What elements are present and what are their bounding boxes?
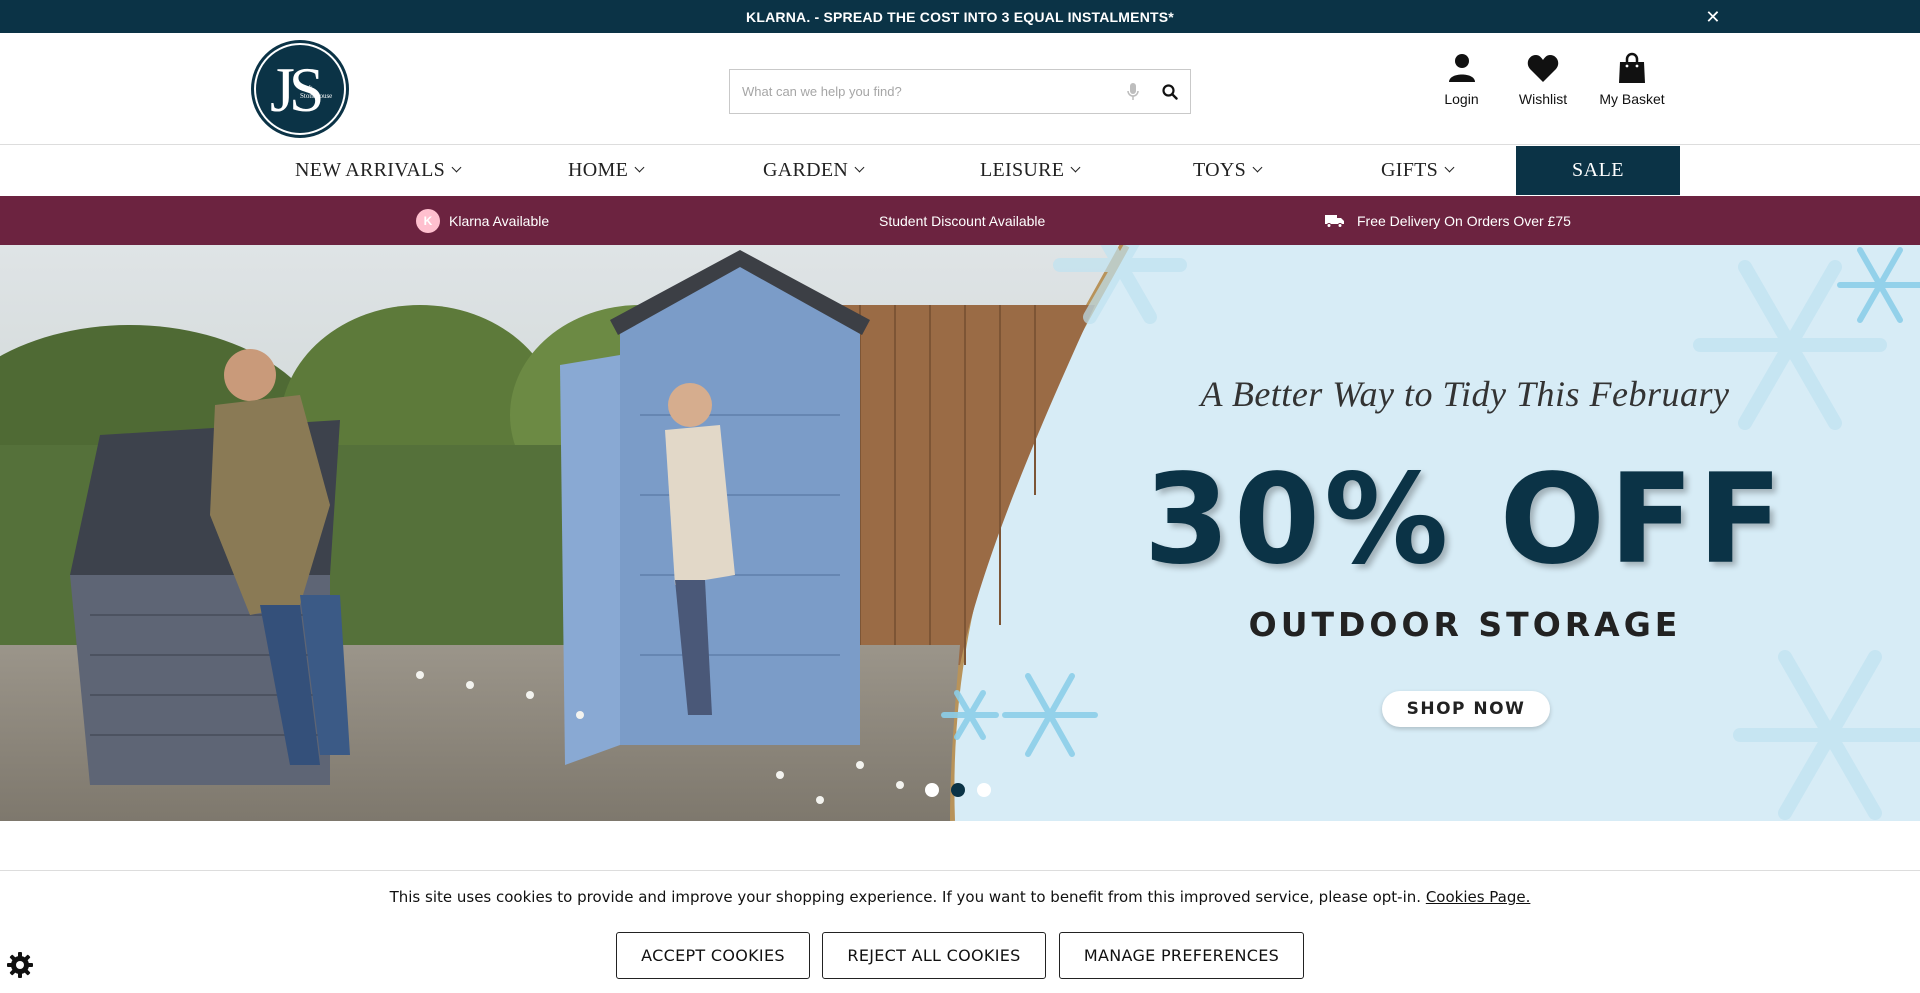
shopping-bag-icon: [1618, 51, 1646, 85]
nav-item-home[interactable]: HOME: [568, 146, 645, 195]
nav-item-gifts[interactable]: GIFTS: [1381, 146, 1455, 195]
nav-label: GIFTS: [1381, 159, 1439, 181]
usp-klarna[interactable]: K Klarna Available: [416, 196, 549, 245]
usp-delivery-label: Free Delivery On Orders Over £75: [1357, 212, 1571, 229]
nav-label: NEW ARRIVALS: [295, 159, 446, 181]
nav-label: LEISURE: [980, 159, 1065, 181]
usp-student[interactable]: Student Discount Available: [879, 196, 1045, 245]
chevron-down-icon: [634, 162, 645, 173]
hero-copy: A Better Way to Tidy This February 30% O…: [1030, 245, 1900, 821]
nav-label: GARDEN: [763, 159, 849, 181]
manage-preferences-button[interactable]: MANAGE PREFERENCES: [1059, 932, 1304, 979]
gear-icon[interactable]: [6, 951, 34, 979]
logo-wordmark: Jack Stonehouse: [300, 84, 333, 100]
account-links: Login Wishlist My Basket: [1418, 51, 1683, 107]
basket-link[interactable]: My Basket: [1581, 51, 1683, 107]
login-link[interactable]: Login: [1418, 51, 1505, 107]
chevron-down-icon: [854, 162, 865, 173]
nav-item-leisure[interactable]: LEISURE: [980, 146, 1081, 195]
nav-label: HOME: [568, 159, 629, 181]
chevron-down-icon: [1252, 162, 1263, 173]
cookies-page-link[interactable]: Cookies Page.: [1426, 888, 1531, 906]
close-icon[interactable]: ✕: [1702, 6, 1724, 28]
basket-label: My Basket: [1599, 91, 1665, 107]
site-header: JS Jack Stonehouse Login Wishlist: [0, 33, 1920, 145]
klarna-icon: K: [416, 208, 440, 233]
search-bar: [729, 69, 1191, 114]
heart-icon: [1527, 51, 1559, 85]
accept-cookies-button[interactable]: ACCEPT COOKIES: [616, 932, 810, 979]
wishlist-link[interactable]: Wishlist: [1505, 51, 1581, 107]
nav-item-garden[interactable]: GARDEN: [763, 146, 865, 195]
usp-student-label: Student Discount Available: [879, 212, 1046, 229]
microphone-icon[interactable]: [1116, 70, 1150, 113]
carousel-dot[interactable]: [925, 783, 939, 797]
main-nav: NEW ARRIVALS HOME GARDEN LEISURE TOYS GI…: [0, 146, 1920, 195]
announcement-text: KLARNA. - SPREAD THE COST INTO 3 EQUAL I…: [746, 8, 1174, 25]
cookie-banner: This site uses cookies to provide and im…: [0, 870, 1920, 993]
chevron-down-icon: [1444, 162, 1455, 173]
announcement-bar: KLARNA. - SPREAD THE COST INTO 3 EQUAL I…: [0, 0, 1920, 33]
carousel-dots: [925, 783, 991, 797]
nav-label: TOYS: [1193, 159, 1247, 181]
site-logo[interactable]: JS Jack Stonehouse: [251, 40, 349, 138]
hero-headline: 30% OFF: [1143, 448, 1787, 592]
search-input[interactable]: [730, 70, 1116, 113]
usp-bar: K Klarna Available Student Discount Avai…: [0, 196, 1920, 245]
usp-klarna-label: Klarna Available: [449, 212, 550, 229]
chevron-down-icon: [1070, 162, 1081, 173]
reject-cookies-button[interactable]: REJECT ALL COOKIES: [822, 932, 1046, 979]
user-icon: [1448, 51, 1476, 85]
logo-ring: JS Jack Stonehouse: [254, 43, 346, 135]
carousel-dot-active[interactable]: [951, 783, 965, 797]
wishlist-label: Wishlist: [1518, 91, 1568, 107]
truck-icon: [1325, 214, 1345, 228]
shop-now-button[interactable]: SHOP NOW: [1382, 691, 1550, 727]
hero-banner[interactable]: A Better Way to Tidy This February 30% O…: [0, 245, 1920, 821]
nav-item-sale[interactable]: SALE: [1516, 146, 1680, 195]
search-icon[interactable]: [1150, 70, 1190, 113]
chevron-down-icon: [451, 162, 462, 173]
usp-delivery[interactable]: Free Delivery On Orders Over £75: [1325, 196, 1571, 245]
hero-subheadline: OUTDOOR STORAGE: [1248, 605, 1682, 644]
cookie-message: This site uses cookies to provide and im…: [0, 888, 1920, 906]
login-label: Login: [1444, 91, 1479, 107]
nav-item-new-arrivals[interactable]: NEW ARRIVALS: [295, 146, 462, 195]
hero-tagline: A Better Way to Tidy This February: [1200, 374, 1730, 414]
cookie-text: This site uses cookies to provide and im…: [389, 888, 1422, 906]
nav-item-toys[interactable]: TOYS: [1193, 146, 1263, 195]
carousel-dot[interactable]: [977, 783, 991, 797]
